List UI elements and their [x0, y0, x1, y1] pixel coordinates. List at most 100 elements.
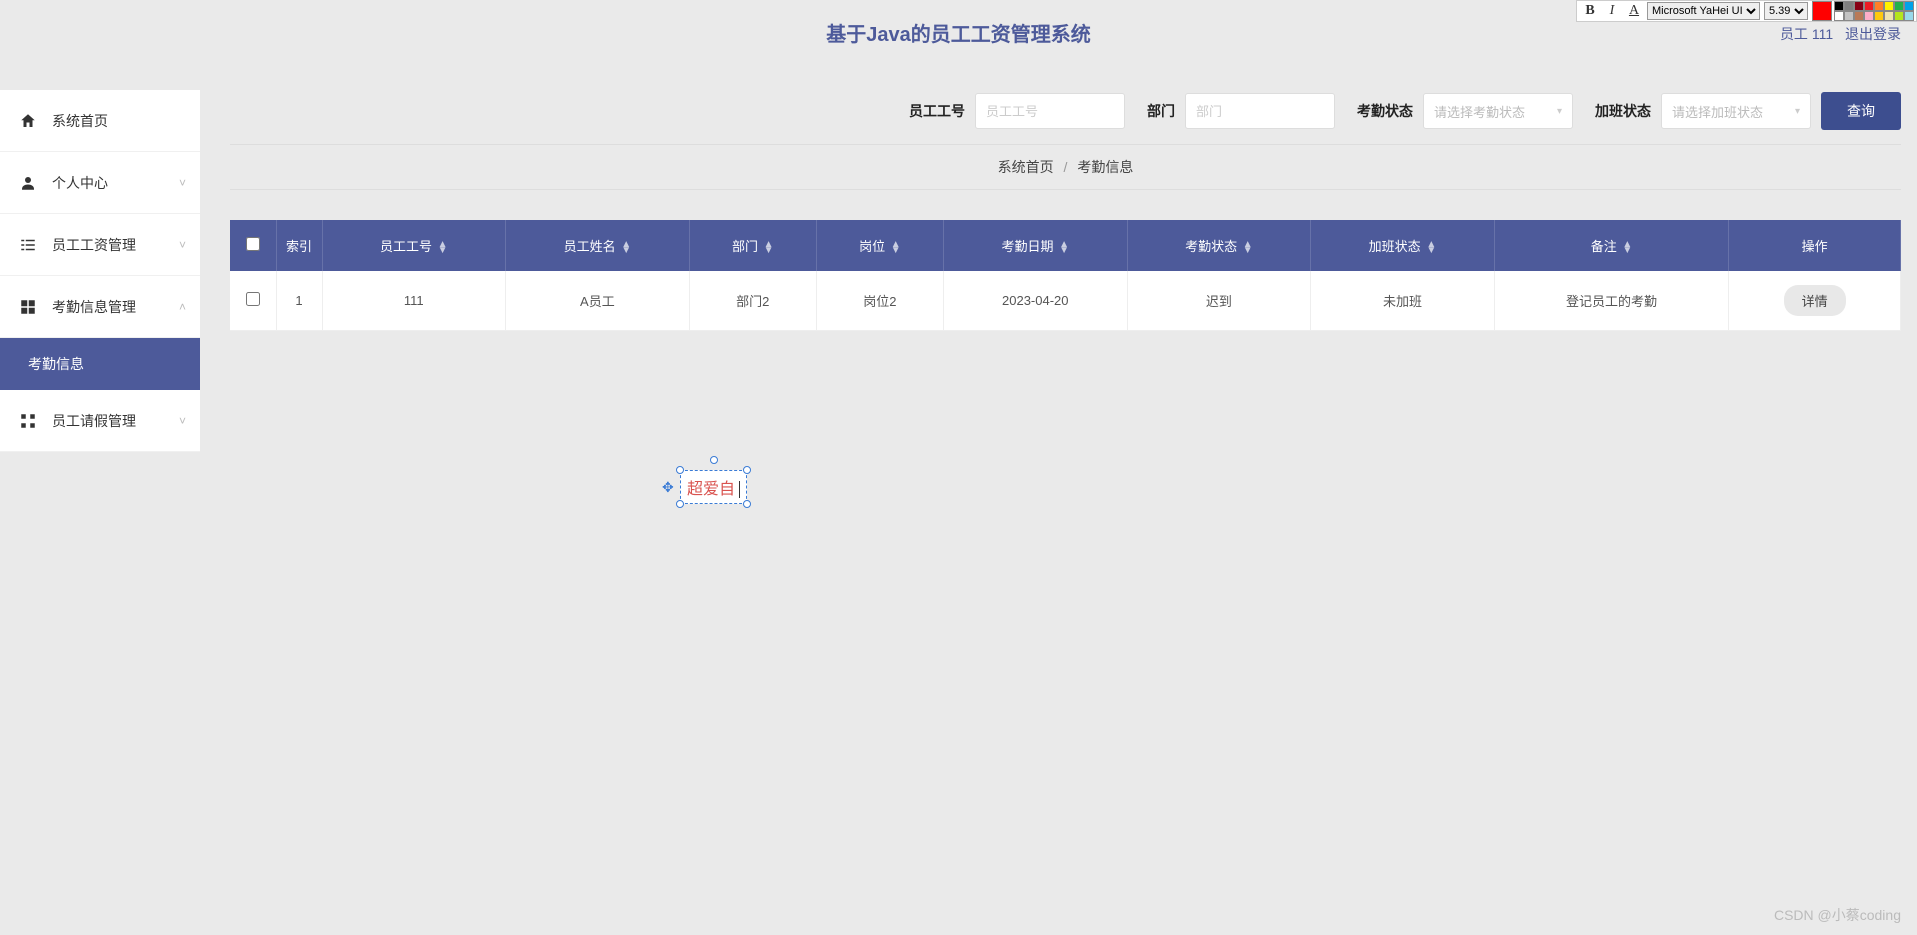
resize-handle-icon[interactable] [710, 456, 718, 464]
italic-button[interactable]: I [1601, 1, 1623, 21]
color-swatch[interactable] [1834, 11, 1844, 21]
breadcrumb-home[interactable]: 系统首页 [998, 159, 1054, 175]
resize-handle-icon[interactable] [676, 466, 684, 474]
color-swatch[interactable] [1894, 11, 1904, 21]
chevron-down-icon: ▾ [1795, 106, 1800, 117]
chevron-down-icon: ▾ [1557, 106, 1562, 117]
list-icon [18, 235, 38, 255]
table-row: 1111A员工部门2岗位22023-04-20迟到未加班登记员工的考勤详情 [230, 271, 1901, 331]
search-button[interactable]: 查询 [1821, 92, 1901, 130]
chevron-down-icon: ˅ [179, 176, 186, 190]
color-swatch[interactable] [1864, 11, 1874, 21]
color-swatch[interactable] [1844, 1, 1854, 11]
breadcrumb-current: 考勤信息 [1077, 159, 1133, 175]
color-swatch[interactable] [1874, 1, 1884, 11]
column-header[interactable]: 员工工号 ▲▼ [322, 220, 506, 271]
cell-index: 1 [276, 271, 322, 331]
current-user-label[interactable]: 员工 111 [1780, 26, 1833, 42]
column-header[interactable]: 操作 [1729, 220, 1901, 271]
detail-button[interactable]: 详情 [1784, 285, 1846, 316]
column-header[interactable]: 员工姓名 ▲▼ [506, 220, 690, 271]
font-color-button[interactable]: A [1623, 1, 1645, 21]
cell-note: 登记员工的考勤 [1494, 271, 1729, 331]
cell-date: 2023-04-20 [943, 271, 1127, 331]
color-swatch[interactable] [1844, 11, 1854, 21]
main-content: 员工工号 部门 考勤状态 请选择考勤状态 ▾ 加班状态 请选择加班状态 ▾ 查询… [230, 78, 1901, 331]
watermark: CSDN @小蔡coding [1774, 905, 1901, 925]
sidebar-item-0[interactable]: 系统首页 [0, 90, 200, 152]
chevron-up-icon: ˄ [179, 300, 186, 314]
sidebar-item-3[interactable]: 考勤信息管理 ˄ [0, 276, 200, 338]
filter-attendance-label: 考勤状态 [1357, 101, 1413, 121]
cell-overtime: 未加班 [1311, 271, 1495, 331]
current-color-swatch[interactable] [1812, 1, 1832, 21]
color-swatch[interactable] [1834, 1, 1844, 11]
cell-post: 岗位2 [816, 271, 943, 331]
font-family-select[interactable]: Microsoft YaHei UI [1647, 2, 1760, 20]
column-header[interactable]: 索引 [276, 220, 322, 271]
color-swatch[interactable] [1884, 11, 1894, 21]
sort-icon: ▲▼ [1243, 242, 1253, 254]
select-all-checkbox[interactable] [246, 237, 260, 251]
color-swatch[interactable] [1904, 11, 1914, 21]
sort-icon: ▲▼ [1622, 242, 1632, 254]
apps-icon [18, 411, 38, 431]
column-header[interactable]: 考勤日期 ▲▼ [943, 220, 1127, 271]
bold-button[interactable]: B [1579, 1, 1601, 21]
sidebar-item-label: 个人中心 [52, 173, 108, 193]
sidebar-item-label: 系统首页 [52, 111, 108, 131]
color-swatch[interactable] [1854, 11, 1864, 21]
annotation-text: 超爱自 [687, 481, 735, 498]
breadcrumb: 系统首页 / 考勤信息 [230, 144, 1901, 190]
sort-icon: ▲▼ [891, 242, 901, 254]
sort-icon: ▲▼ [1426, 242, 1436, 254]
sort-icon: ▲▼ [438, 242, 448, 254]
sidebar-item-4[interactable]: 员工请假管理 ˅ [0, 390, 200, 452]
filter-overtime-placeholder: 请选择加班状态 [1672, 102, 1763, 121]
color-swatch[interactable] [1854, 1, 1864, 11]
color-swatch[interactable] [1864, 1, 1874, 11]
filter-overtime-label: 加班状态 [1595, 101, 1651, 121]
color-palette [1834, 1, 1914, 21]
column-header[interactable]: 部门 ▲▼ [689, 220, 816, 271]
data-table: 索引员工工号 ▲▼员工姓名 ▲▼部门 ▲▼岗位 ▲▼考勤日期 ▲▼考勤状态 ▲▼… [230, 220, 1901, 331]
grid-icon [18, 297, 38, 317]
sort-icon: ▲▼ [621, 242, 631, 254]
sidebar: 系统首页个人中心 ˅ 员工工资管理˅ 考勤信息管理 ˄ 考勤信息员工请假管理 ˅ [0, 90, 200, 452]
resize-handle-icon[interactable] [743, 466, 751, 474]
column-header[interactable]: 考勤状态 ▲▼ [1127, 220, 1311, 271]
color-swatch[interactable] [1884, 1, 1894, 11]
user-icon [18, 173, 38, 193]
column-header[interactable]: 岗位 ▲▼ [816, 220, 943, 271]
sidebar-item-2[interactable]: 员工工资管理˅ [0, 214, 200, 276]
sidebar-item-label: 考勤信息管理 [52, 297, 136, 317]
sidebar-item-label: 员工工资管理 [52, 235, 136, 255]
filter-emp-id-input[interactable] [975, 93, 1125, 129]
annotation-text-box[interactable]: 超爱自 [680, 470, 747, 504]
logout-link[interactable]: 退出登录 [1845, 26, 1901, 42]
resize-handle-icon[interactable] [676, 500, 684, 508]
resize-handle-icon[interactable] [743, 500, 751, 508]
column-header[interactable]: 加班状态 ▲▼ [1311, 220, 1495, 271]
sidebar-subitem-active[interactable]: 考勤信息 [0, 338, 200, 390]
color-swatch[interactable] [1874, 11, 1884, 21]
color-swatch[interactable] [1894, 1, 1904, 11]
column-header[interactable]: 备注 ▲▼ [1494, 220, 1729, 271]
cell-attendance: 迟到 [1127, 271, 1311, 331]
filter-bar: 员工工号 部门 考勤状态 请选择考勤状态 ▾ 加班状态 请选择加班状态 ▾ 查询 [230, 78, 1901, 144]
color-swatch[interactable] [1904, 1, 1914, 11]
sidebar-item-1[interactable]: 个人中心 ˅ [0, 152, 200, 214]
filter-attendance-select[interactable]: 请选择考勤状态 ▾ [1423, 93, 1573, 129]
move-handle-icon[interactable]: ✥ [662, 479, 674, 496]
font-size-select[interactable]: 5.39 [1764, 2, 1808, 20]
filter-dept-input[interactable] [1185, 93, 1335, 129]
filter-attendance-placeholder: 请选择考勤状态 [1434, 102, 1525, 121]
filter-overtime-select[interactable]: 请选择加班状态 ▾ [1661, 93, 1811, 129]
chevron-down-icon: ˅ [179, 414, 186, 428]
floating-text-annotation[interactable]: ✥ 超爱自 [680, 470, 747, 504]
row-checkbox[interactable] [246, 292, 260, 306]
filter-emp-id-label: 员工工号 [909, 101, 965, 121]
sidebar-item-label: 员工请假管理 [52, 411, 136, 431]
cell-emp-id: 111 [322, 271, 506, 331]
cell-name: A员工 [506, 271, 690, 331]
